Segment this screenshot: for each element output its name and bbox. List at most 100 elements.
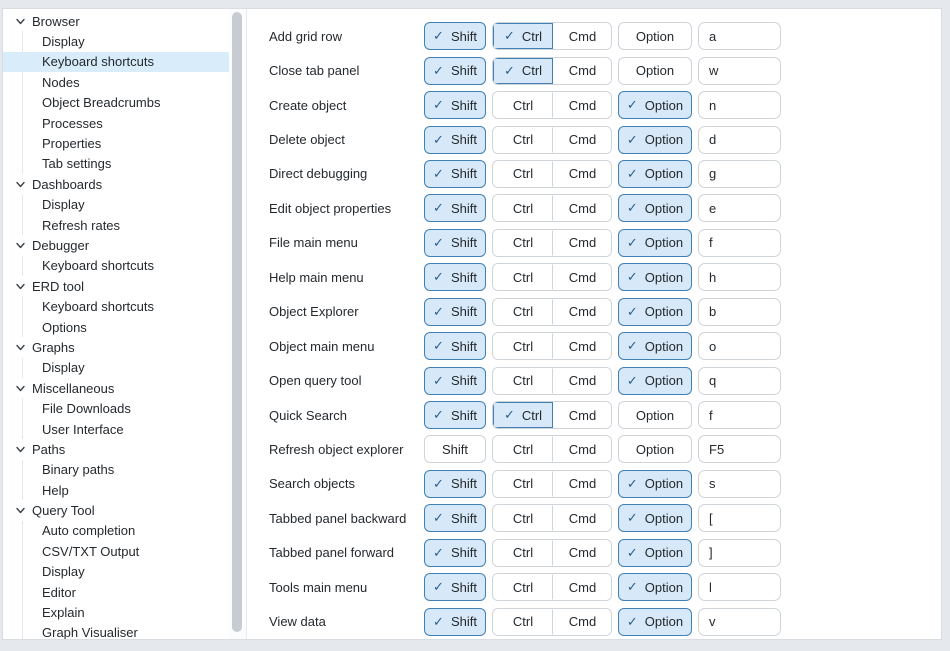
key-input[interactable] <box>698 91 781 119</box>
option-toggle[interactable]: ✓Option <box>618 126 692 154</box>
ctrl-toggle[interactable]: ✓Ctrl <box>493 127 553 153</box>
tree-item-browser[interactable]: Browser <box>3 11 229 31</box>
ctrl-toggle[interactable]: ✓Ctrl <box>493 471 553 497</box>
shift-toggle[interactable]: ✓Shift <box>424 573 486 601</box>
cmd-toggle[interactable]: ✓Cmd <box>552 471 612 497</box>
key-input[interactable] <box>698 435 781 463</box>
tree-item-auto-completion[interactable]: Auto completion <box>3 521 229 541</box>
shift-toggle[interactable]: ✓Shift <box>424 229 486 257</box>
option-toggle[interactable]: ✓Option <box>618 194 692 222</box>
tree-item-erd-tool[interactable]: ERD tool <box>3 276 229 296</box>
shift-toggle[interactable]: ✓Shift <box>424 160 486 188</box>
ctrl-toggle[interactable]: ✓Ctrl <box>493 264 553 290</box>
tree-item-graphs[interactable]: Graphs <box>3 337 229 357</box>
ctrl-toggle[interactable]: ✓Ctrl <box>493 23 553 49</box>
tree-item-object-breadcrumbs[interactable]: Object Breadcrumbs <box>3 93 229 113</box>
tree-item-tab-settings[interactable]: Tab settings <box>3 154 229 174</box>
shift-toggle[interactable]: ✓Shift <box>424 194 486 222</box>
key-input[interactable] <box>698 367 781 395</box>
tree-item-help[interactable]: Help <box>3 480 229 500</box>
shift-toggle[interactable]: ✓Shift <box>424 401 486 429</box>
tree-item-miscellaneous[interactable]: Miscellaneous <box>3 378 229 398</box>
option-toggle[interactable]: ✓Option <box>618 504 692 532</box>
chevron-down-icon[interactable] <box>15 342 26 353</box>
key-input[interactable] <box>698 57 781 85</box>
shift-toggle[interactable]: ✓Shift <box>424 608 486 636</box>
tree-item-processes[interactable]: Processes <box>3 113 229 133</box>
shift-toggle[interactable]: ✓Shift <box>424 126 486 154</box>
tree-item-binary-paths[interactable]: Binary paths <box>3 460 229 480</box>
ctrl-toggle[interactable]: ✓Ctrl <box>493 368 553 394</box>
cmd-toggle[interactable]: ✓Cmd <box>552 609 612 635</box>
tree-item-properties[interactable]: Properties <box>3 133 229 153</box>
key-input[interactable] <box>698 539 781 567</box>
cmd-toggle[interactable]: ✓Cmd <box>552 436 612 462</box>
ctrl-toggle[interactable]: ✓Ctrl <box>493 574 553 600</box>
tree-item-options[interactable]: Options <box>3 317 229 337</box>
shift-toggle[interactable]: ✓Shift <box>424 435 486 463</box>
tree-item-csv-txt-output[interactable]: CSV/TXT Output <box>3 541 229 561</box>
cmd-toggle[interactable]: ✓Cmd <box>552 23 612 49</box>
tree-item-keyboard-shortcuts[interactable]: Keyboard shortcuts <box>3 296 229 316</box>
key-input[interactable] <box>698 470 781 498</box>
key-input[interactable] <box>698 504 781 532</box>
ctrl-toggle[interactable]: ✓Ctrl <box>493 161 553 187</box>
shift-toggle[interactable]: ✓Shift <box>424 539 486 567</box>
tree-item-editor[interactable]: Editor <box>3 582 229 602</box>
cmd-toggle[interactable]: ✓Cmd <box>552 368 612 394</box>
chevron-down-icon[interactable] <box>15 240 26 251</box>
key-input[interactable] <box>698 229 781 257</box>
tree-item-file-downloads[interactable]: File Downloads <box>3 398 229 418</box>
ctrl-toggle[interactable]: ✓Ctrl <box>493 299 553 325</box>
tree-item-query-tool[interactable]: Query Tool <box>3 500 229 520</box>
option-toggle[interactable]: ✓Option <box>618 367 692 395</box>
tree-item-display[interactable]: Display <box>3 31 229 51</box>
option-toggle[interactable]: ✓Option <box>618 229 692 257</box>
key-input[interactable] <box>698 194 781 222</box>
option-toggle[interactable]: ✓Option <box>618 160 692 188</box>
tree-item-refresh-rates[interactable]: Refresh rates <box>3 215 229 235</box>
option-toggle[interactable]: ✓Option <box>618 608 692 636</box>
ctrl-toggle[interactable]: ✓Ctrl <box>493 540 553 566</box>
tree-item-display[interactable]: Display <box>3 195 229 215</box>
tree-item-display[interactable]: Display <box>3 358 229 378</box>
ctrl-toggle[interactable]: ✓Ctrl <box>493 58 553 84</box>
shift-toggle[interactable]: ✓Shift <box>424 504 486 532</box>
option-toggle[interactable]: ✓Option <box>618 332 692 360</box>
cmd-toggle[interactable]: ✓Cmd <box>552 333 612 359</box>
tree-item-user-interface[interactable]: User Interface <box>3 419 229 439</box>
option-toggle[interactable]: ✓Option <box>618 539 692 567</box>
shift-toggle[interactable]: ✓Shift <box>424 367 486 395</box>
option-toggle[interactable]: ✓Option <box>618 470 692 498</box>
cmd-toggle[interactable]: ✓Cmd <box>552 505 612 531</box>
ctrl-toggle[interactable]: ✓Ctrl <box>493 230 553 256</box>
key-input[interactable] <box>698 608 781 636</box>
cmd-toggle[interactable]: ✓Cmd <box>552 127 612 153</box>
tree-item-display[interactable]: Display <box>3 562 229 582</box>
cmd-toggle[interactable]: ✓Cmd <box>552 92 612 118</box>
ctrl-toggle[interactable]: ✓Ctrl <box>493 505 553 531</box>
cmd-toggle[interactable]: ✓Cmd <box>552 161 612 187</box>
cmd-toggle[interactable]: ✓Cmd <box>552 299 612 325</box>
cmd-toggle[interactable]: ✓Cmd <box>552 574 612 600</box>
tree-item-nodes[interactable]: Nodes <box>3 72 229 92</box>
chevron-down-icon[interactable] <box>15 505 26 516</box>
shift-toggle[interactable]: ✓Shift <box>424 263 486 291</box>
shift-toggle[interactable]: ✓Shift <box>424 57 486 85</box>
chevron-down-icon[interactable] <box>15 179 26 190</box>
chevron-down-icon[interactable] <box>15 16 26 27</box>
ctrl-toggle[interactable]: ✓Ctrl <box>493 402 553 428</box>
sidebar-scrollbar[interactable] <box>229 9 246 639</box>
sidebar-scrollbar-thumb[interactable] <box>232 12 242 632</box>
tree-item-keyboard-shortcuts[interactable]: Keyboard shortcuts <box>3 256 229 276</box>
ctrl-toggle[interactable]: ✓Ctrl <box>493 333 553 359</box>
option-toggle[interactable]: ✓Option <box>618 401 692 429</box>
option-toggle[interactable]: ✓Option <box>618 573 692 601</box>
key-input[interactable] <box>698 332 781 360</box>
key-input[interactable] <box>698 22 781 50</box>
key-input[interactable] <box>698 298 781 326</box>
cmd-toggle[interactable]: ✓Cmd <box>552 540 612 566</box>
key-input[interactable] <box>698 126 781 154</box>
tree-item-graph-visualiser[interactable]: Graph Visualiser <box>3 623 229 639</box>
option-toggle[interactable]: ✓Option <box>618 22 692 50</box>
